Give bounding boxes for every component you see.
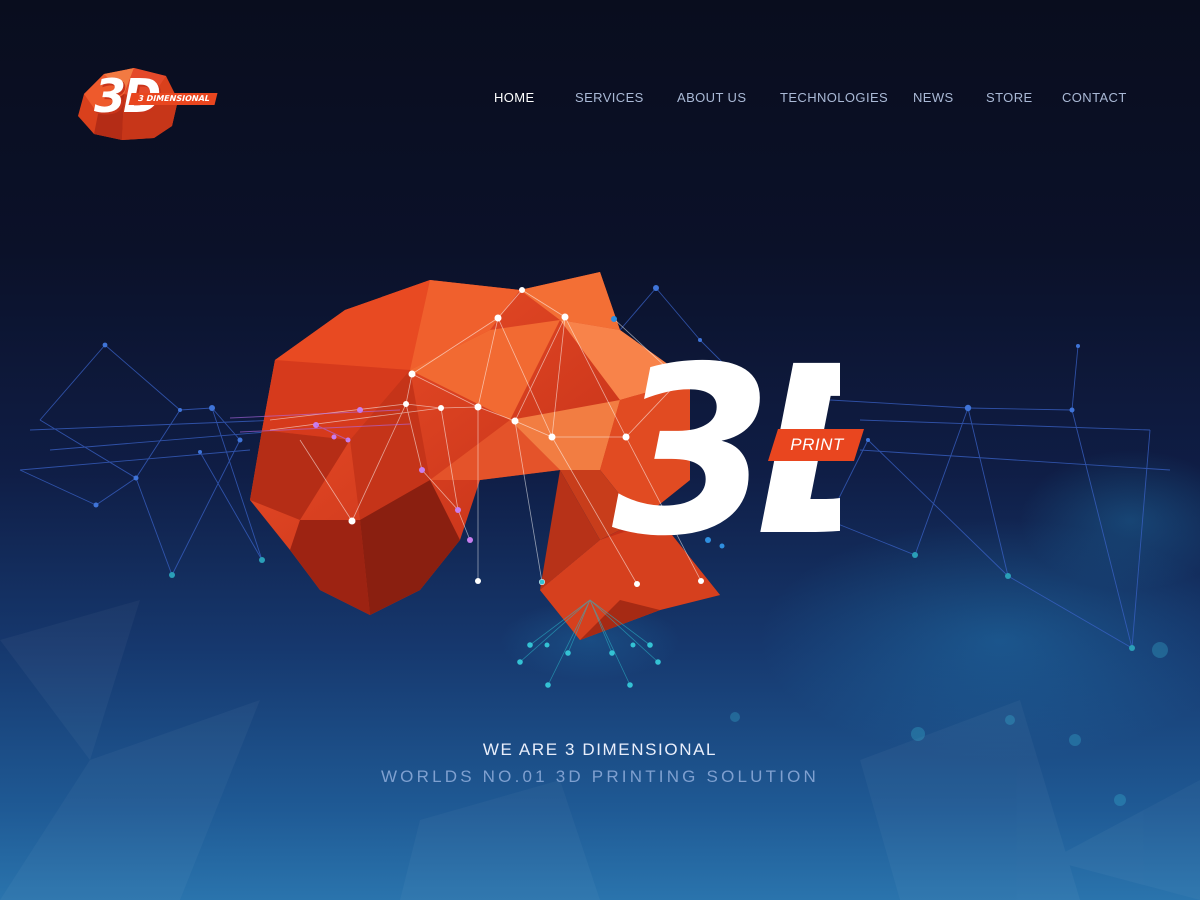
nav-item-about-us[interactable]: ABOUT US xyxy=(677,89,746,107)
nav-item-store[interactable]: STORE xyxy=(986,89,1033,107)
hero-subheadline: WORLDS NO.01 3D PRINTING SOLUTION xyxy=(380,767,820,786)
landing-page: 3D 3 DIMENSIONAL HOME SERVICES ABOUT US … xyxy=(0,0,1200,900)
nav-item-technologies[interactable]: TECHNOLOGIES xyxy=(780,89,888,107)
hero-headline: WE ARE 3 DIMENSIONAL xyxy=(482,740,718,759)
nav-item-services[interactable]: SERVICES xyxy=(575,89,644,107)
nav-item-contact[interactable]: CONTACT xyxy=(1062,89,1127,107)
nav-item-news[interactable]: NEWS xyxy=(913,89,954,107)
hero-print-label: PRINT xyxy=(790,435,844,454)
main-nav: HOME SERVICES ABOUT US TECHNOLOGIES NEWS… xyxy=(0,89,1200,109)
nav-item-home[interactable]: HOME xyxy=(494,89,535,107)
